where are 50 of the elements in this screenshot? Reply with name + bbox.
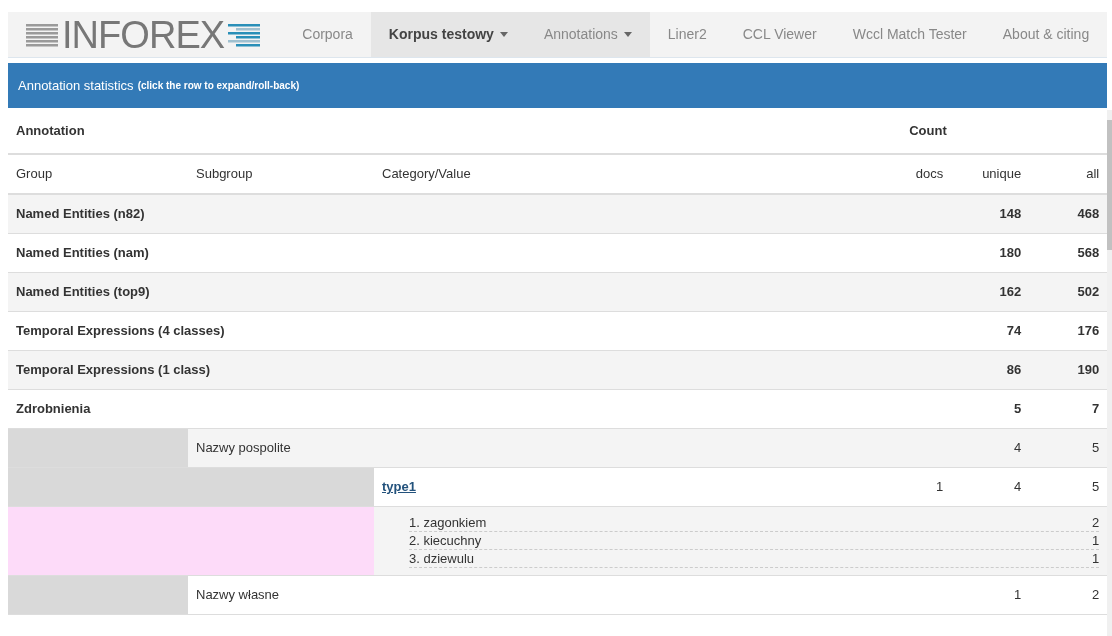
table-cell[interactable]: Nazwy pospolite <box>188 438 872 458</box>
table-cell-text: 5 <box>1090 478 1101 497</box>
panel-hint: (click the row to expand/roll-back) <box>137 79 300 93</box>
table-cell-text: 1 <box>934 478 945 497</box>
table-cell[interactable]: Named Entities (n82) <box>8 204 872 224</box>
table-cell-text: 568 <box>1076 244 1101 263</box>
table-cell[interactable]: Zdrobnienia <box>8 399 872 419</box>
table-cell-text: 180 <box>998 244 1023 263</box>
column-header: Group <box>15 165 54 184</box>
value-text: 1. zagonkiem <box>409 514 488 531</box>
category-link[interactable]: type1 <box>382 479 416 495</box>
table-cell-text: 4 <box>1012 439 1023 458</box>
table-cell-text: 86 <box>1005 361 1023 380</box>
caret-icon <box>623 32 632 37</box>
table-cell-text: 190 <box>1076 361 1101 380</box>
panel-title: Annotation statistics <box>18 76 134 95</box>
caret-icon <box>499 32 508 37</box>
lines-icon <box>228 22 261 47</box>
value-text: 3. dziewulu <box>409 550 476 567</box>
table-cell-text: 176 <box>1076 322 1101 341</box>
table-cell-text: 502 <box>1076 283 1101 302</box>
table-cell[interactable]: Named Entities (nam) <box>8 243 872 263</box>
table-cell[interactable]: Temporal Expressions (4 classes) <box>8 321 872 341</box>
column-header: all <box>1085 165 1101 184</box>
column-header: docs <box>914 165 945 184</box>
value-count: 2 <box>1091 514 1100 531</box>
table-cell-text: 4 <box>1012 478 1023 497</box>
table-cell-text: 162 <box>998 283 1023 302</box>
value-count: 1 <box>1091 532 1100 549</box>
column-header: Subgroup <box>195 165 254 184</box>
value-text: 2. kiecuchny <box>409 532 483 549</box>
logo-text: INFOREX <box>62 15 225 54</box>
value-count: 1 <box>1091 550 1100 567</box>
table-cell-text: 1 <box>1012 586 1023 605</box>
column-header: unique <box>981 165 1023 184</box>
table-cell-text: 5 <box>1090 439 1101 458</box>
column-header: Count <box>908 121 948 140</box>
table-cell[interactable]: Named Entities (top9) <box>8 282 872 302</box>
table-cell-text: 468 <box>1076 205 1101 224</box>
table-cell-text: 148 <box>998 205 1023 224</box>
table-cell-text: 2 <box>1090 586 1101 605</box>
table-cell-text: 7 <box>1090 400 1101 419</box>
table-cell[interactable]: Nazwy własne <box>188 585 872 605</box>
column-header: Category/Value <box>381 165 472 184</box>
table-cell[interactable]: Temporal Expressions (1 class) <box>8 360 872 380</box>
lines-icon <box>26 22 58 47</box>
nav-link[interactable]: Korpus testowy <box>370 12 526 57</box>
table-cell-text: 5 <box>1012 400 1023 419</box>
table-cell-text: 74 <box>1005 322 1023 341</box>
column-header: Annotation <box>15 121 86 140</box>
